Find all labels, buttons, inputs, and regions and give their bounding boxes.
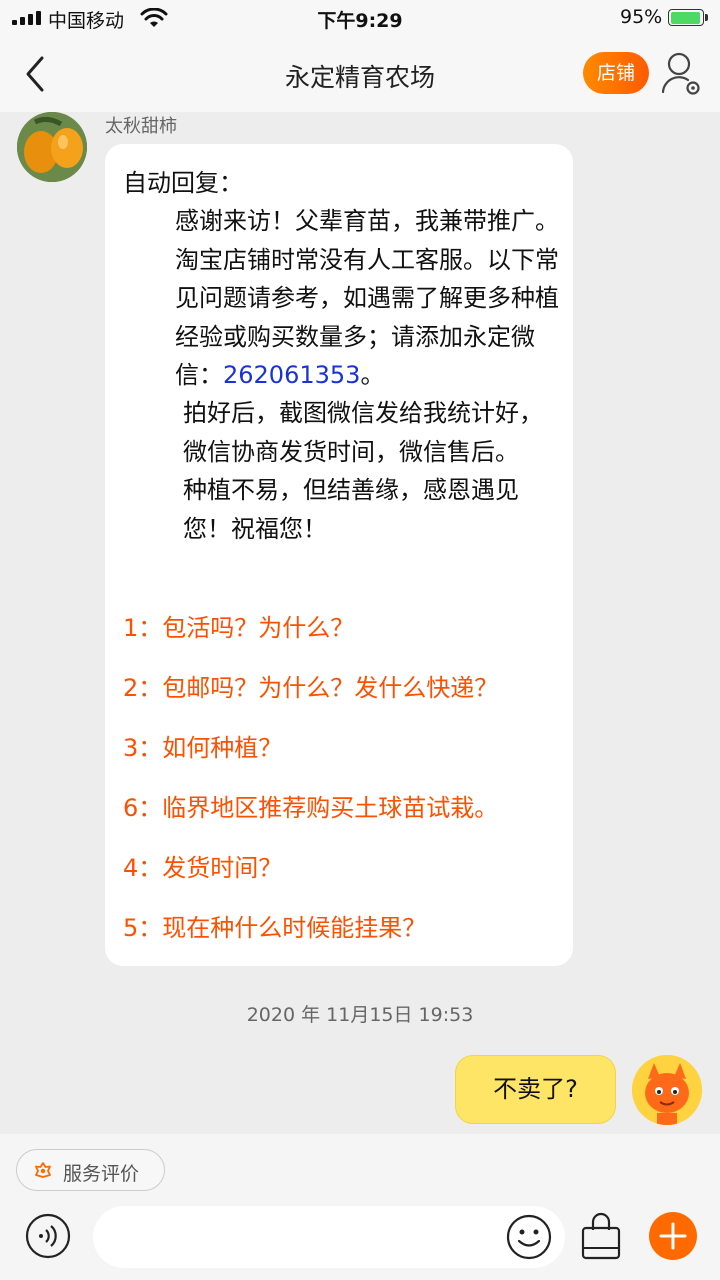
bottom-toolbar: 服务评价 [0, 1134, 720, 1280]
shop-avatar[interactable] [17, 112, 87, 182]
faq-item[interactable]: 6：临界地区推荐购买土球苗试栽。 [123, 788, 563, 823]
clock: 下午9:29 [317, 10, 403, 32]
para1-end: 。 [360, 361, 385, 390]
emoji-icon[interactable] [505, 1213, 553, 1261]
shop-button[interactable]: 店铺 [583, 52, 649, 94]
battery-icon [668, 9, 704, 26]
message-timestamp: 2020 年 11月15日 19:53 [246, 1004, 474, 1026]
plus-icon [659, 1222, 687, 1250]
battery-percent: 95% [620, 6, 663, 28]
voice-icon[interactable] [25, 1213, 71, 1259]
plus-button[interactable] [649, 1212, 697, 1260]
auto-reply-para2: 拍好后，截图微信发给我统计好，微信协商发货时间，微信售后。 [183, 399, 543, 466]
auto-reply-header: 自动回复： [123, 169, 243, 197]
faq-item[interactable]: 3：如何种植？ [123, 728, 563, 763]
faq-item[interactable]: 2：包邮吗？为什么？发什么快递？ [123, 668, 563, 703]
mascot-icon [632, 1055, 702, 1125]
user-settings-icon[interactable] [660, 50, 702, 96]
sender-name: 太秋甜柿 [105, 116, 177, 137]
message-input[interactable] [93, 1206, 565, 1268]
service-rating-button[interactable]: 服务评价 [16, 1149, 165, 1191]
auto-reply-bubble: 自动回复： 感谢来访！父辈育苗，我兼带推广。淘宝店铺时常没有人工客服。以下常见问… [105, 144, 573, 966]
shopping-bag-icon[interactable] [578, 1212, 624, 1262]
auto-reply-para1: 感谢来访！父辈育苗，我兼带推广。淘宝店铺时常没有人工客服。以下常见问题请参考，如… [123, 202, 563, 394]
auto-reply-text: 自动回复： 感谢来访！父辈育苗，我兼带推广。淘宝店铺时常没有人工客服。以下常见问… [123, 164, 563, 548]
faq-item[interactable]: 5：现在种什么时候能挂果？ [123, 908, 563, 943]
faq-item[interactable]: 4：发货时间？ [123, 848, 563, 883]
my-message-bubble[interactable]: 不卖了? [455, 1055, 616, 1124]
flower-icon [35, 1162, 51, 1178]
persimmon-image [17, 112, 87, 182]
status-bar: 中国移动 下午9:29 95% [0, 0, 720, 36]
faq-item[interactable]: 1：包活吗？为什么？ [123, 608, 563, 643]
nav-bar: 永定精育农场 店铺 [0, 36, 720, 112]
battery-tip [705, 14, 708, 21]
wechat-id-link[interactable]: 262061353 [223, 361, 360, 389]
service-rating-label: 服务评价 [63, 1163, 140, 1185]
my-avatar[interactable] [632, 1055, 702, 1125]
auto-reply-para3: 种植不易，但结善缘，感恩遇见您！祝福您！ [183, 476, 519, 543]
